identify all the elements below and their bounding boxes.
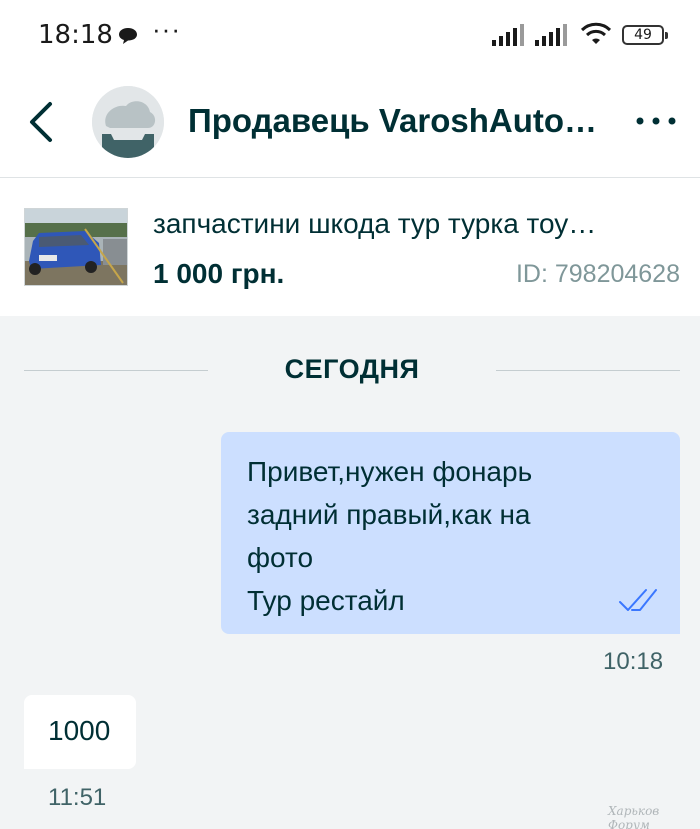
- status-bar: 18:18 ··· 49: [0, 0, 700, 70]
- back-button[interactable]: [22, 98, 62, 146]
- car-photo-icon: [25, 209, 127, 285]
- message-text: 1000: [48, 715, 111, 746]
- cell-signal-icon: [492, 24, 524, 46]
- divider-right: [496, 370, 680, 371]
- battery-icon: 49: [622, 25, 668, 45]
- more-notifications-icon: ···: [152, 14, 181, 44]
- cell-signal-icon-2: [535, 24, 567, 46]
- chevron-left-icon: [30, 102, 52, 142]
- user-placeholder-icon: [92, 86, 164, 158]
- read-check-icon: [619, 589, 657, 611]
- watermark: Харьков Форум: [608, 804, 660, 829]
- status-time: 18:18: [38, 20, 113, 50]
- ad-card[interactable]: запчастини шкода тур турка тоу… 1 000 гр…: [0, 178, 700, 316]
- wifi-icon: [580, 22, 612, 44]
- ad-id: ID: 798204628: [515, 260, 680, 288]
- ad-thumbnail: [24, 208, 128, 286]
- ad-title: запчастини шкода тур турка тоу…: [153, 208, 597, 239]
- message-text: Привет,нужен фонарь задний правый,как на…: [247, 456, 533, 616]
- seller-name[interactable]: Продавець VaroshAuto…: [188, 102, 597, 140]
- seller-avatar[interactable]: [92, 86, 164, 158]
- message-time: 10:18: [603, 648, 664, 675]
- chat-header: Продавець VaroshAuto…: [0, 70, 700, 178]
- more-options-button[interactable]: [632, 106, 680, 136]
- ad-price: 1 000 грн.: [153, 258, 285, 289]
- incoming-message[interactable]: 1000: [24, 695, 136, 769]
- date-separator: СЕГОДНЯ: [24, 350, 680, 390]
- outgoing-message[interactable]: Привет,нужен фонарь задний правый,как на…: [221, 432, 680, 634]
- more-dots-icon: [636, 117, 676, 125]
- message-time: 11:51: [48, 784, 107, 811]
- chat-notification-icon: [118, 26, 138, 51]
